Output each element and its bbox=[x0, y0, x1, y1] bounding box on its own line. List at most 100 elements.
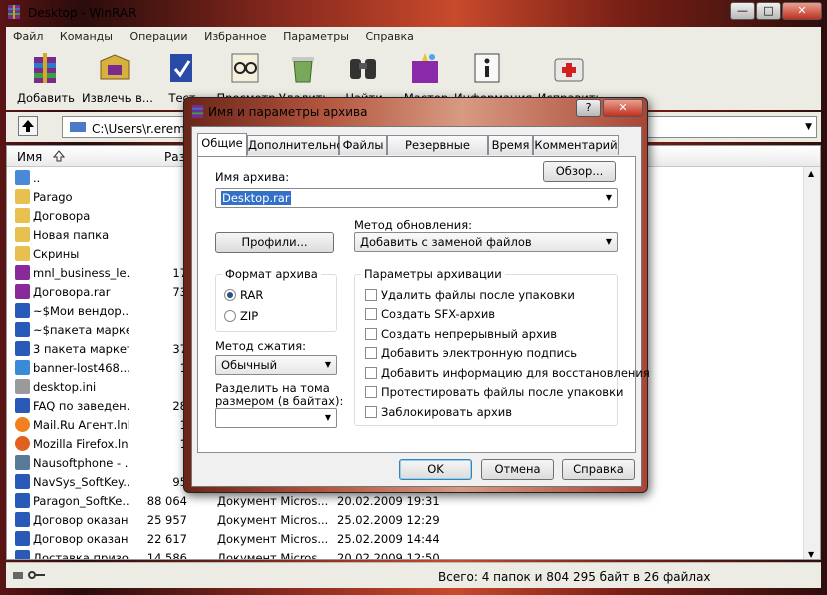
doc-file-icon bbox=[15, 303, 30, 318]
archive-format-group: Формат архива RAR ZIP bbox=[215, 267, 337, 332]
file-date: 25.02.2009 14:44 bbox=[337, 532, 440, 546]
doc-file-icon bbox=[15, 322, 30, 337]
profiles-button[interactable]: Профили... bbox=[215, 232, 334, 253]
file-name: Parago bbox=[33, 190, 73, 204]
format-zip-label: ZIP bbox=[240, 309, 259, 323]
column-size[interactable]: Раз bbox=[164, 150, 185, 164]
split-volumes-input[interactable]: ▼ bbox=[215, 408, 337, 428]
folder-up-icon bbox=[15, 170, 30, 185]
compression-label: Метод сжатия: bbox=[215, 339, 307, 353]
minimize-button[interactable]: — bbox=[730, 2, 755, 20]
dialog-close-button[interactable]: ✕ bbox=[603, 99, 643, 117]
status-text: Всего: 4 папок и 804 295 байт в 26 файла… bbox=[438, 570, 711, 584]
test-files-checkbox[interactable] bbox=[365, 386, 377, 398]
file-row[interactable]: Договор оказан... 25 957 Документ Micros..… bbox=[7, 510, 797, 529]
add-button[interactable]: Добавить bbox=[12, 49, 80, 107]
ini-file-icon bbox=[15, 379, 30, 394]
format-rar-radio[interactable] bbox=[224, 289, 236, 301]
menu-operations[interactable]: Операции bbox=[122, 27, 193, 43]
chevron-down-icon[interactable]: ▼ bbox=[325, 356, 331, 374]
chevron-down-icon[interactable]: ▼ bbox=[805, 122, 812, 132]
recovery-record-checkbox[interactable] bbox=[365, 367, 377, 379]
update-method-value: Добавить с заменой файлов bbox=[360, 235, 532, 249]
menu-options[interactable]: Параметры bbox=[276, 27, 355, 43]
update-method-select[interactable]: Добавить с заменой файлов ▼ bbox=[354, 232, 618, 252]
extract-icon bbox=[100, 54, 130, 80]
file-name: Скрины bbox=[33, 247, 80, 261]
file-date: 20.02.2009 12:50 bbox=[337, 551, 440, 560]
file-name: ~$пакета марке... bbox=[33, 323, 129, 337]
vertical-scrollbar[interactable]: ▲ ▼ bbox=[803, 167, 820, 559]
file-size: 1 bbox=[131, 437, 187, 451]
archive-dialog: Имя и параметры архива ? ✕ Общие Дополни… bbox=[183, 97, 650, 493]
tab-time[interactable]: Время bbox=[488, 135, 533, 155]
lock-archive-label: Заблокировать архив bbox=[381, 405, 513, 419]
doc-file-icon bbox=[15, 550, 30, 559]
file-name: Mozilla Firefox.lnk bbox=[33, 437, 129, 451]
folder-icon bbox=[15, 246, 30, 261]
tab-advanced[interactable]: Дополнительно bbox=[247, 135, 343, 155]
chevron-down-icon[interactable]: ▼ bbox=[325, 409, 331, 427]
file-row[interactable]: Договор оказан... 22 617 Документ Micros..… bbox=[7, 529, 797, 548]
firefox-icon bbox=[15, 436, 30, 451]
dialog-help-button[interactable]: ? bbox=[576, 99, 601, 117]
chevron-down-icon[interactable]: ▼ bbox=[606, 233, 612, 251]
archiving-options-label: Параметры архивации bbox=[361, 267, 505, 281]
file-size: 14 586 bbox=[146, 551, 187, 560]
tab-files[interactable]: Файлы bbox=[339, 135, 387, 155]
column-name[interactable]: Имя bbox=[17, 150, 42, 164]
digital-signature-checkbox[interactable] bbox=[365, 347, 377, 359]
doc-file-icon bbox=[15, 531, 30, 546]
archiving-options-group: Параметры архивации Удалить файлы после … bbox=[354, 267, 650, 426]
delete-after-archiving-label: Удалить файлы после упаковки bbox=[381, 288, 575, 302]
file-name: Paragon_SoftKe... bbox=[33, 494, 129, 508]
doc-file-icon bbox=[15, 512, 30, 527]
archive-name-input[interactable]: Desktop.rar ▼ bbox=[215, 188, 618, 208]
menu-file[interactable]: Файл bbox=[6, 27, 49, 43]
key-icon bbox=[28, 571, 45, 579]
file-name: Договор оказан... bbox=[33, 532, 129, 546]
tab-comment[interactable]: Комментарий bbox=[533, 135, 619, 155]
close-button[interactable]: ✕ bbox=[782, 2, 822, 20]
create-sfx-checkbox[interactable] bbox=[365, 308, 377, 320]
file-name: Договора.rar bbox=[33, 285, 111, 299]
file-date: 20.02.2009 19:31 bbox=[337, 494, 440, 508]
file-name: FAQ по заведен... bbox=[33, 399, 129, 413]
scroll-down-icon[interactable]: ▼ bbox=[808, 550, 814, 559]
file-size: 22 617 bbox=[146, 532, 187, 546]
file-name: 3 пакета маркет... bbox=[33, 342, 129, 356]
file-size: 88 064 bbox=[146, 494, 187, 508]
browse-button[interactable]: Обзор... bbox=[543, 161, 616, 182]
compression-select[interactable]: Обычный ▼ bbox=[215, 355, 337, 375]
add-label: Добавить bbox=[17, 91, 75, 105]
folder-icon bbox=[15, 227, 30, 242]
window-title: Desktop - WinRAR bbox=[28, 6, 137, 20]
find-icon bbox=[350, 59, 376, 79]
tab-general[interactable]: Общие bbox=[197, 133, 247, 156]
delete-icon bbox=[292, 57, 314, 83]
help-button[interactable]: Справка bbox=[562, 459, 635, 480]
chevron-down-icon[interactable]: ▼ bbox=[606, 189, 612, 207]
extract-button[interactable]: Извлечь в... bbox=[82, 49, 153, 107]
format-zip-radio[interactable] bbox=[224, 310, 236, 322]
file-size: 28 bbox=[172, 399, 187, 413]
menu-favorites[interactable]: Избранное bbox=[197, 27, 272, 43]
file-row[interactable]: Доставка призо... 14 586 Документ Micros..… bbox=[7, 548, 797, 560]
solid-archive-checkbox[interactable] bbox=[365, 328, 377, 340]
menu-help[interactable]: Справка bbox=[358, 27, 419, 43]
file-row[interactable]: Paragon_SoftKe... 88 064 Документ Micros..… bbox=[7, 491, 797, 510]
file-name: mnl_business_le... bbox=[33, 266, 129, 280]
maximize-button[interactable]: □ bbox=[756, 2, 781, 20]
recovery-record-label: Добавить информацию для восстановления bbox=[381, 366, 650, 380]
up-folder-button[interactable] bbox=[18, 116, 38, 136]
menu-commands[interactable]: Команды bbox=[53, 27, 119, 43]
tab-backup[interactable]: Резервные копии bbox=[387, 135, 488, 170]
file-type: Документ Micros... bbox=[217, 513, 329, 527]
ok-button[interactable]: OK bbox=[399, 459, 472, 480]
solid-archive-label: Создать непрерывный архив bbox=[381, 327, 558, 341]
lock-archive-checkbox[interactable] bbox=[365, 406, 377, 418]
delete-after-archiving-checkbox[interactable] bbox=[365, 289, 377, 301]
cancel-button[interactable]: Отмена bbox=[481, 459, 554, 480]
scroll-up-icon[interactable]: ▲ bbox=[808, 169, 814, 178]
file-type: Документ Micros... bbox=[217, 551, 329, 560]
